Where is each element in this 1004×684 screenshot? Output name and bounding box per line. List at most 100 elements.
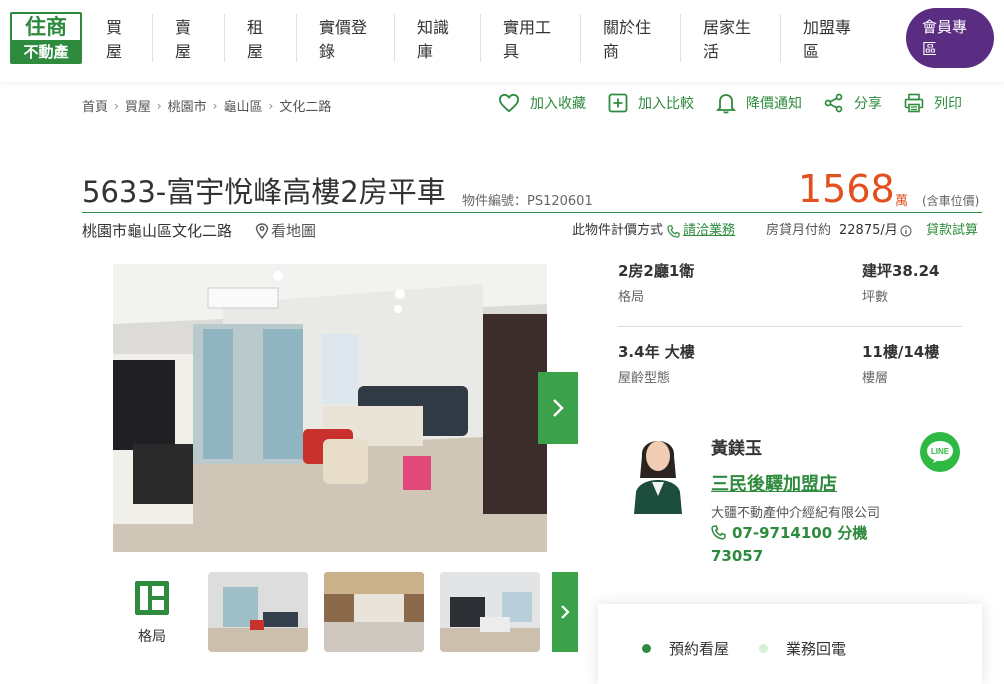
thumb-next-button[interactable] <box>552 572 578 652</box>
spec-size: 建坪38.24 坪數 <box>862 260 939 308</box>
loan-calculator-link[interactable]: 貸款試算 <box>926 221 978 241</box>
contact-agent-link[interactable]: 請洽業務 <box>667 221 735 241</box>
price-alert-button[interactable]: 降價通知 <box>716 92 802 114</box>
site-logo[interactable]: 住商 不動產 <box>10 12 82 64</box>
site-header: 住商 不動產 買 屋 賣 屋 租 屋 實價登 錄 知識 庫 實用工 具 關於住 … <box>0 0 1004 82</box>
nav-label: 居家生 活 <box>703 18 752 61</box>
agent-store-link[interactable]: 三民後驛加盟店 <box>711 470 837 496</box>
nav-label: 加盟專 區 <box>803 18 852 61</box>
spec-floor: 11樓/14樓 樓層 <box>862 341 939 389</box>
floorplan-label: 格局 <box>138 629 166 645</box>
chevron-right-icon <box>561 605 570 619</box>
share-button[interactable]: 分享 <box>824 93 882 113</box>
heart-icon <box>498 93 520 113</box>
price-alert-label: 降價通知 <box>746 96 802 112</box>
agent-avatar <box>622 426 694 514</box>
breadcrumb-district[interactable]: 龜山區 <box>223 96 262 115</box>
monthly-payment: 房貸月付約 22875/月 <box>766 221 912 241</box>
listing-actions: 加入收藏 加入比較 降價通知 分享 列印 <box>498 92 962 114</box>
phone-icon <box>711 525 726 540</box>
map-pin-icon <box>255 223 269 239</box>
price-unit: 萬 <box>895 194 909 209</box>
book-viewing-tab[interactable]: 預約看屋 <box>642 638 729 659</box>
contact-tabs: 預約看屋 業務回電 <box>642 638 876 659</box>
view-map-link[interactable]: 看地圖 <box>255 220 316 242</box>
compare-label: 加入比較 <box>638 96 694 112</box>
photo-thumb[interactable] <box>208 572 308 652</box>
line-button[interactable]: LINE <box>920 432 960 472</box>
listing-title: 5633-富宇悅峰高樓2房平車 <box>82 175 446 209</box>
nav-label: 知識 庫 <box>417 18 450 61</box>
thumbnail-image <box>208 572 308 652</box>
nav-item-franchise[interactable]: 加盟專 區 <box>781 0 881 82</box>
photo-thumb[interactable] <box>440 572 540 652</box>
living-room-photo <box>113 264 547 552</box>
breadcrumb-city[interactable]: 桃園市 <box>168 96 207 115</box>
nav-item-rent[interactable]: 租 屋 <box>225 0 297 82</box>
map-link-label: 看地圖 <box>271 222 317 240</box>
nav-item-about[interactable]: 關於住 商 <box>581 0 681 82</box>
price-note: (含車位價) <box>922 194 980 208</box>
inactive-dot-icon <box>759 644 769 653</box>
agent-company: 大疆不動產仲介經紀有限公司 <box>711 506 881 521</box>
spec-value: 2房2廳1衛 <box>618 262 695 280</box>
phone-icon <box>667 224 680 238</box>
photo-next-button[interactable] <box>538 372 578 444</box>
nav-item-sell[interactable]: 賣 屋 <box>153 0 225 82</box>
favorite-label: 加入收藏 <box>530 96 586 112</box>
breadcrumb-road[interactable]: 文化二路 <box>279 96 331 115</box>
breadcrumb-home[interactable]: 首頁 <box>82 96 108 115</box>
photo-thumb[interactable] <box>324 572 424 652</box>
add-compare-button[interactable]: 加入比較 <box>608 93 694 113</box>
agent-phone-number: 07-9714100 分機 73057 <box>711 524 868 565</box>
nav-item-buy[interactable]: 買 屋 <box>84 0 153 82</box>
nav-label: 租 屋 <box>247 18 264 61</box>
spec-label: 坪數 <box>862 290 889 305</box>
spec-value: 3.4年 大樓 <box>618 343 695 361</box>
nav-item-tools[interactable]: 實用工 具 <box>481 0 581 82</box>
logo-bottom-text: 不動產 <box>12 40 80 62</box>
agent-portrait <box>622 426 694 514</box>
share-icon <box>824 93 843 113</box>
chevron-right-icon: › <box>268 98 274 113</box>
callback-tab[interactable]: 業務回電 <box>759 638 846 659</box>
print-button[interactable]: 列印 <box>904 93 962 113</box>
info-icon[interactable] <box>900 225 912 237</box>
add-favorite-button[interactable]: 加入收藏 <box>498 93 586 113</box>
monthly-value: 22875/月 <box>839 223 898 238</box>
nav-label: 實用工 具 <box>503 18 552 61</box>
member-area-button[interactable]: 會員專 區 <box>906 8 994 68</box>
agent-phone[interactable]: 07-9714100 分機 73057 <box>711 522 891 568</box>
agent-name: 黃鎂玉 <box>711 439 762 459</box>
floorplan-icon <box>135 581 169 615</box>
nav-label: 實價登 錄 <box>319 18 368 61</box>
spec-label: 樓層 <box>862 371 889 386</box>
chevron-right-icon: › <box>212 98 218 113</box>
contact-agent-label: 請洽業務 <box>683 223 736 238</box>
main-listing-photo[interactable] <box>113 264 547 552</box>
nav-item-actual-price[interactable]: 實價登 錄 <box>297 0 395 82</box>
print-label: 列印 <box>934 96 962 112</box>
chevron-right-icon: › <box>114 98 119 113</box>
nav-item-knowledge[interactable]: 知識 庫 <box>395 0 481 82</box>
listing-address: 桃園市龜山區文化二路 <box>82 222 233 240</box>
spec-layout: 2房2廳1衛 格局 <box>618 260 694 308</box>
thumbnail-image <box>440 572 540 652</box>
breadcrumb-buy[interactable]: 買屋 <box>125 96 151 115</box>
thumbnail-image <box>324 572 424 652</box>
chevron-right-icon <box>553 399 564 417</box>
line-icon: LINE <box>927 441 953 463</box>
breadcrumb: 首頁 › 買屋 › 桃園市 › 龜山區 › 文化二路 <box>82 96 331 116</box>
spec-value: 建坪38.24 <box>862 262 940 280</box>
plus-square-icon <box>608 93 628 113</box>
callback-label: 業務回電 <box>786 640 847 658</box>
spec-value: 11樓/14樓 <box>862 343 940 361</box>
bell-icon <box>716 94 736 114</box>
spec-age-type: 3.4年 大樓 屋齡型態 <box>618 341 695 389</box>
spec-label: 格局 <box>618 290 645 305</box>
title-divider <box>82 212 982 213</box>
printer-icon <box>904 93 924 113</box>
nav-item-home-life[interactable]: 居家生 活 <box>681 0 781 82</box>
floorplan-thumb[interactable]: 格局 <box>130 580 174 646</box>
nav-label: 賣 屋 <box>175 18 192 61</box>
